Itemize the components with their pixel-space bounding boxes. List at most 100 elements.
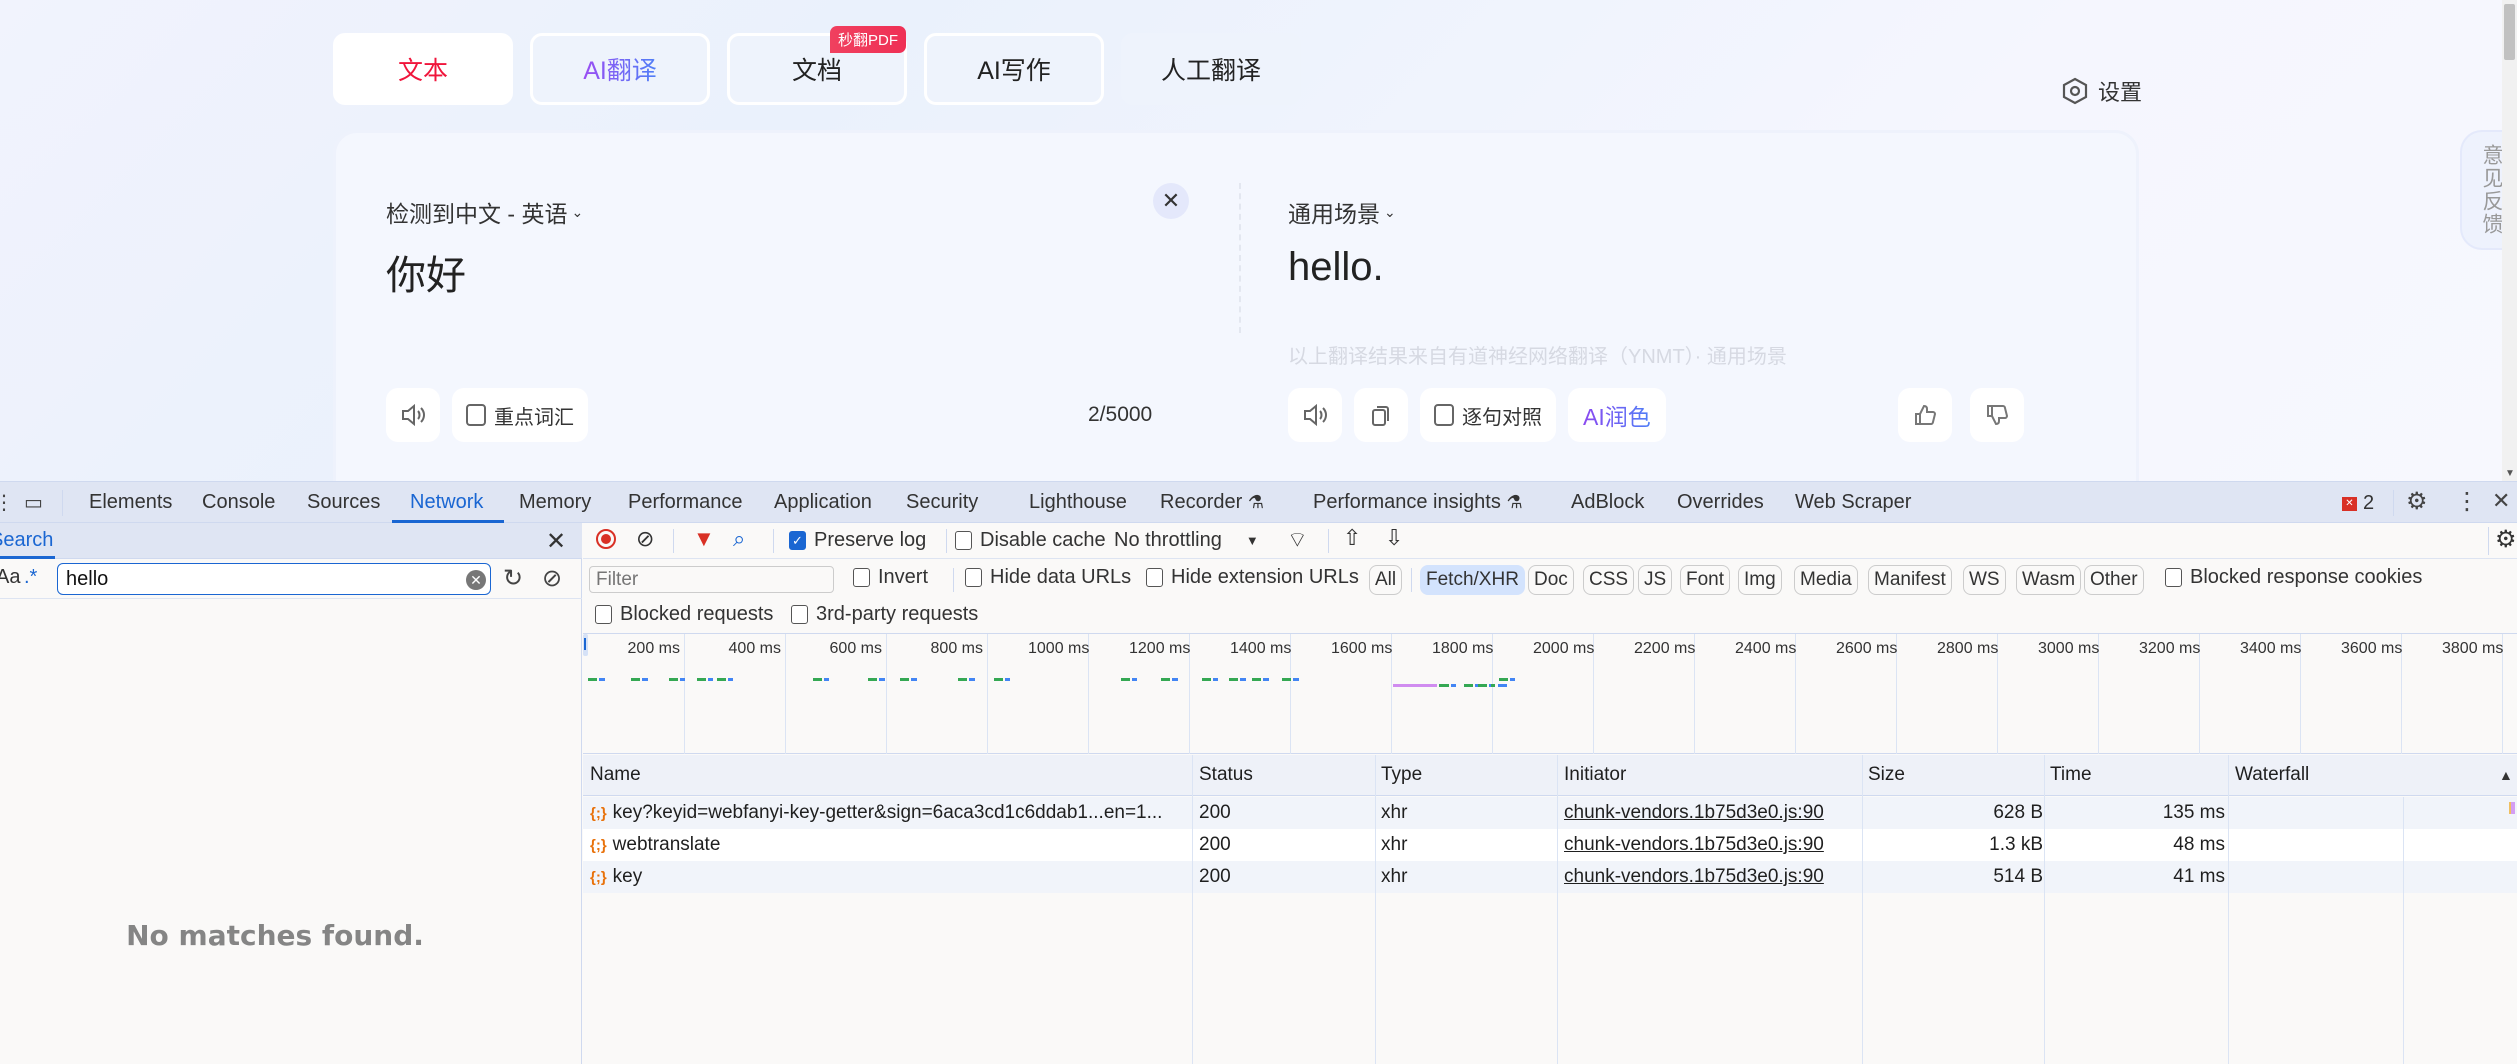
table-row[interactable]: {;} key 200 xhr chunk-vendors.1b75d3e0.js… [583,861,2517,893]
tab-document[interactable]: 文档 秒翻PDF [727,26,907,105]
key-vocab-label: 重点词汇 [494,406,574,429]
refresh-search-icon[interactable]: ↻ [503,564,523,593]
blocked-response-cookies-checkbox[interactable]: Blocked response cookies [2165,566,2422,589]
clear-input-button[interactable]: ✕ [1153,183,1189,219]
type-filter-all[interactable]: All [1369,565,1403,595]
close-devtools-icon[interactable]: ✕ [2492,488,2510,514]
clear-search-results-icon[interactable]: ⊘ [542,564,562,593]
type-filter-fetch-xhr[interactable]: Fetch/XHR [1420,565,1525,595]
request-initiator-link[interactable]: chunk-vendors.1b75d3e0.js:90 [1564,802,1824,824]
type-filter-css[interactable]: CSS [1583,565,1635,595]
blocked-response-cookies-label: Blocked response cookies [2190,566,2423,588]
request-initiator-link[interactable]: chunk-vendors.1b75d3e0.js:90 [1564,834,1824,856]
preserve-log-checkbox[interactable]: ✓ Preserve log [789,529,926,552]
ai-polish-label: AI润色 [1583,398,1651,432]
filter-funnel-icon[interactable]: ▼ [693,526,715,552]
devtools-tab-lighthouse[interactable]: Lighthouse [1029,491,1127,514]
column-header-status[interactable]: Status [1199,764,1253,786]
tab-ai-writing[interactable]: AI写作 [924,33,1104,105]
export-har-icon[interactable]: ⇩ [1385,525,1403,551]
devtools-tab-performance[interactable]: Performance [628,491,743,514]
search-tab[interactable]: Search [0,529,53,552]
blocked-requests-checkbox[interactable]: Blocked requests [595,603,773,626]
type-filter-ws[interactable]: WS [1963,565,2006,595]
stop-recording-button[interactable] [595,528,617,550]
devtools-tab-performance-insights[interactable]: Performance insights ⚗ [1313,491,1523,514]
type-filter-img[interactable]: Img [1738,565,1782,595]
column-header-time[interactable]: Time [2050,764,2092,786]
type-filter-doc[interactable]: Doc [1528,565,1574,595]
throttling-select[interactable]: No throttling ▼ [1114,529,1259,552]
type-filter-js[interactable]: JS [1638,565,1673,595]
import-har-icon[interactable]: ⇧ [1343,525,1361,551]
more-options-icon[interactable]: ⋮ [2455,487,2479,516]
type-filter-font[interactable]: Font [1680,565,1731,595]
third-party-requests-checkbox[interactable]: 3rd-party requests [791,603,978,626]
language-selector[interactable]: 检测到中文 - 英语 ⌄ [386,195,583,229]
source-text-input[interactable]: 你好 [386,243,466,301]
disable-cache-checkbox[interactable]: Disable cache [955,529,1106,552]
network-conditions-icon[interactable]: ⌔ [1287,526,1308,554]
devtools-tab-overrides[interactable]: Overrides [1677,491,1764,514]
request-initiator-link[interactable]: chunk-vendors.1b75d3e0.js:90 [1564,866,1824,888]
column-header-waterfall[interactable]: Waterfall [2235,764,2309,786]
hide-data-urls-checkbox[interactable]: Hide data URLs [965,566,1131,589]
devtools-tab-console[interactable]: Console [202,491,275,514]
table-row[interactable]: {;} webtranslate 200 xhr chunk-vendors.1b… [583,829,2517,861]
ai-polish-button[interactable]: AI润色 [1568,388,1666,442]
devtools-tab-network[interactable]: Network [410,491,483,514]
overview-range-handle[interactable] [583,634,588,656]
search-icon[interactable]: ⌕ [733,526,745,552]
settings-hexagon-icon [2062,77,2088,105]
devtools-tab-memory[interactable]: Memory [519,491,591,514]
separator [1411,568,1412,592]
copy-button[interactable] [1354,388,1408,442]
invert-checkbox[interactable]: Invert [853,566,928,589]
sentence-compare-toggle[interactable]: 逐句对照 [1420,388,1556,442]
tab-text[interactable]: 文本 [333,33,513,105]
column-header-initiator[interactable]: Initiator [1564,764,1626,786]
table-row[interactable]: {;} key?keyid=webfanyi-key-getter&sign=6a… [583,797,2517,829]
source-speak-button[interactable] [386,388,440,442]
column-header-name[interactable]: Name [590,764,641,786]
close-search-icon[interactable]: ✕ [546,527,566,556]
clear-log-icon[interactable]: ⊘ [636,526,654,552]
error-count-badge[interactable]: ✕ 2 [2342,492,2374,515]
scene-selector[interactable]: 通用场景 ⌄ [1288,195,1396,229]
devtools-tab-security[interactable]: Security [906,491,978,514]
scrollbar-thumb[interactable] [2504,4,2515,60]
network-overview-timeline[interactable]: 200 ms 400 ms 600 ms 800 ms 1000 ms 1200 ms 14… [583,634,2517,754]
devtools-tab-application[interactable]: Application [774,491,872,514]
type-filter-other[interactable]: Other [2084,565,2144,595]
clear-query-icon[interactable]: ✕ [466,570,486,590]
devtools-tab-recorder[interactable]: Recorder ⚗ [1160,491,1264,514]
devtools-tab-web-scraper[interactable]: Web Scraper [1795,491,1911,514]
page-scrollbar[interactable]: ▼ [2502,0,2517,481]
type-filter-wasm[interactable]: Wasm [2016,565,2082,595]
type-filter-media[interactable]: Media [1794,565,1858,595]
match-case-toggle[interactable]: Aa [0,566,20,589]
devtools-tab-sources[interactable]: Sources [307,491,380,514]
device-toolbar-icon[interactable]: ▭ [24,490,43,515]
thumbs-down-button[interactable] [1970,388,2024,442]
tab-ai-translate[interactable]: AI翻译 [530,33,710,105]
column-header-size[interactable]: Size [1868,764,1905,786]
inspect-element-icon[interactable]: ⋮ [0,490,14,515]
tab-human-translation[interactable]: 人工翻译 [1121,33,1301,105]
key-vocab-toggle[interactable]: 重点词汇 [452,388,588,442]
regex-toggle[interactable]: .* [24,566,37,589]
thumbs-up-button[interactable] [1898,388,1952,442]
target-speak-button[interactable] [1288,388,1342,442]
devtools-tab-elements[interactable]: Elements [89,491,172,514]
settings-button[interactable]: 设置 [2062,75,2142,107]
network-settings-gear-icon[interactable]: ⚙ [2495,525,2517,554]
type-filter-manifest[interactable]: Manifest [1868,565,1952,595]
search-query-input[interactable] [57,563,491,595]
overview-request-bar [588,678,598,681]
devtools-tab-adblock[interactable]: AdBlock [1571,491,1644,514]
filter-input[interactable] [589,566,834,593]
column-header-type[interactable]: Type [1381,764,1422,786]
scroll-down-arrow-icon[interactable]: ▼ [2505,468,2515,479]
hide-extension-urls-checkbox[interactable]: Hide extension URLs [1146,566,1359,589]
devtools-settings-gear-icon[interactable]: ⚙ [2406,487,2428,516]
